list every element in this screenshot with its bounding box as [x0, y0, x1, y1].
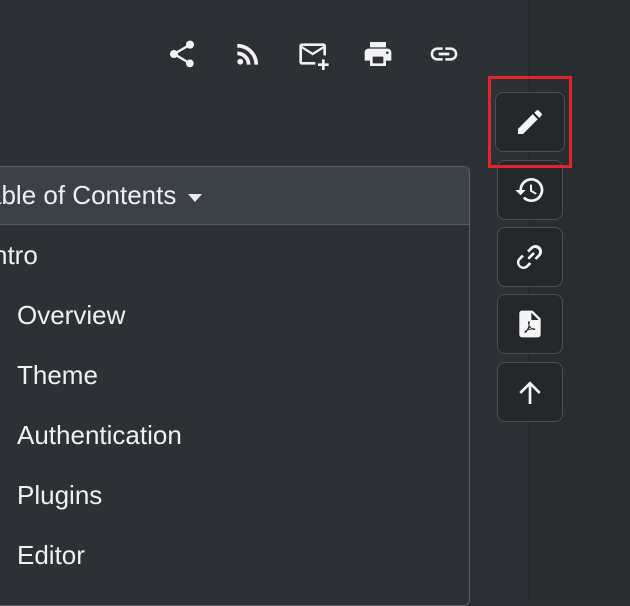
arrow-up-icon	[519, 381, 541, 404]
table-of-contents: able of Contents ntro Overview Theme Aut…	[0, 166, 470, 606]
toc-item-authentication[interactable]: Authentication	[0, 405, 469, 465]
toc-item-label: ntro	[0, 239, 38, 270]
history-icon	[515, 177, 544, 202]
toc-item-label: Theme	[17, 359, 98, 390]
rss-button[interactable]	[226, 32, 270, 76]
share-icon	[170, 40, 194, 68]
pdf-export-button[interactable]	[497, 294, 563, 354]
link-icon	[430, 47, 458, 61]
printer-icon	[364, 42, 392, 66]
toc-list: ntro Overview Theme Authentication Plugi…	[0, 225, 469, 585]
permalink-button[interactable]	[497, 227, 563, 287]
share-button[interactable]	[160, 32, 204, 76]
toc-header[interactable]: able of Contents	[0, 167, 469, 225]
page-actions	[160, 32, 470, 76]
toc-item-label: Authentication	[17, 419, 182, 450]
pdf-icon	[519, 310, 541, 338]
toc-item-theme[interactable]: Theme	[0, 345, 469, 405]
toc-item-label: Overview	[17, 299, 126, 330]
edit-page-button[interactable]	[495, 92, 565, 152]
link-button[interactable]	[422, 32, 466, 76]
toc-item-intro[interactable]: ntro	[0, 225, 469, 285]
email-add-icon	[299, 43, 329, 70]
toc-item-label: Editor	[17, 539, 85, 570]
main-content: able of Contents ntro Overview Theme Aut…	[0, 0, 528, 606]
rss-icon	[237, 43, 259, 65]
pencil-icon	[518, 110, 542, 134]
toc-item-editor[interactable]: Editor	[0, 525, 469, 585]
caret-down-icon	[188, 193, 203, 202]
history-button[interactable]	[497, 160, 563, 220]
toc-title: able of Contents	[0, 180, 177, 210]
print-button[interactable]	[356, 32, 400, 76]
toc-item-overview[interactable]: Overview	[0, 285, 469, 345]
scroll-top-button[interactable]	[497, 362, 563, 422]
link-icon	[516, 244, 543, 269]
toc-item-plugins[interactable]: Plugins	[0, 465, 469, 525]
toc-item-label: Plugins	[17, 479, 103, 510]
email-button[interactable]	[292, 32, 336, 76]
